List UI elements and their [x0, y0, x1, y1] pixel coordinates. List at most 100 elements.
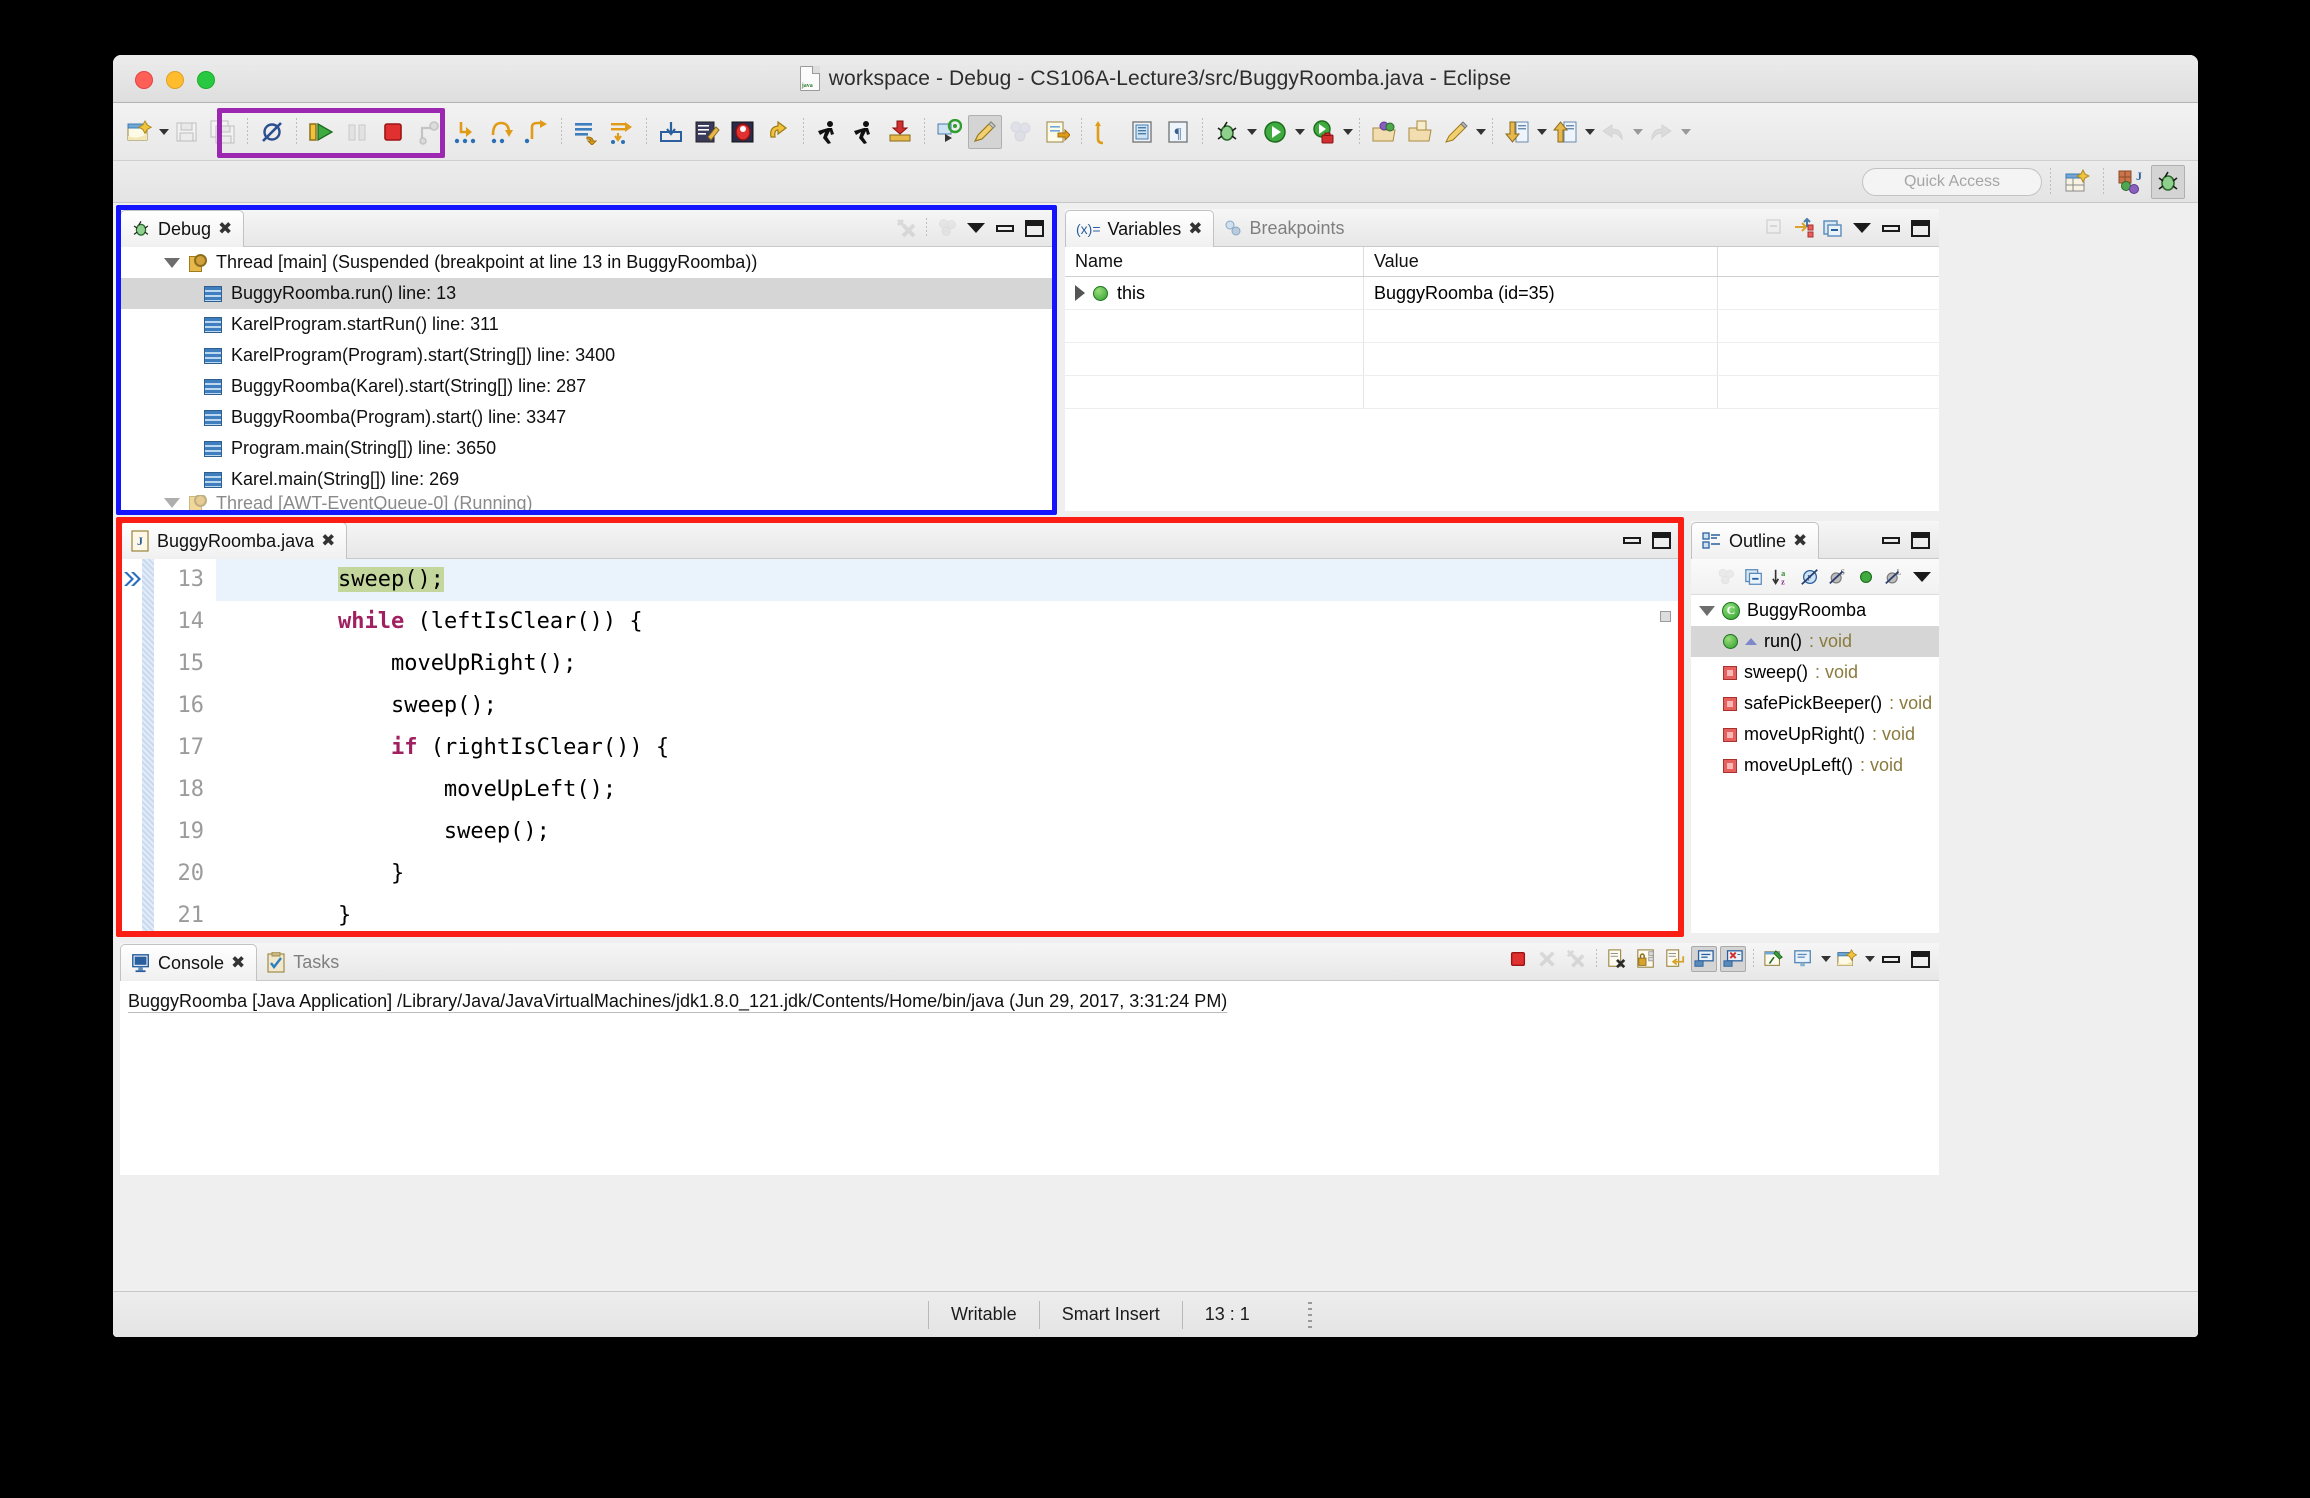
- tab-variables[interactable]: (x)= Variables ✖: [1065, 210, 1215, 247]
- outline-member-row[interactable]: safePickBeeper() : void: [1691, 688, 1939, 719]
- run-configurations-button[interactable]: [1306, 115, 1340, 149]
- disconnect-button[interactable]: [412, 115, 446, 149]
- collapse-all-icon[interactable]: [1741, 564, 1767, 590]
- close-icon[interactable]: ✖: [231, 954, 245, 972]
- show-console-out-icon[interactable]: [1691, 946, 1717, 972]
- outline-root-row[interactable]: C BuggyRoomba: [1691, 595, 1939, 626]
- forward-dropdown[interactable]: [1681, 128, 1691, 135]
- back-dropdown[interactable]: [1633, 128, 1643, 135]
- view-menu-triangle-icon[interactable]: [963, 215, 989, 241]
- chevron-right-icon[interactable]: [1075, 285, 1085, 301]
- terminal-button[interactable]: [1089, 115, 1123, 149]
- step-over-button[interactable]: [484, 115, 518, 149]
- stack-frame-row[interactable]: KarelProgram.startRun() line: 311: [120, 309, 1053, 340]
- run-external-tool-button[interactable]: [811, 115, 845, 149]
- tab-debug[interactable]: Debug ✖: [120, 210, 245, 247]
- next-edit-dropdown[interactable]: [1585, 128, 1595, 135]
- outline-tree[interactable]: C BuggyRoomba run() : void sweep() : voi…: [1691, 595, 1939, 933]
- step-into-button[interactable]: [448, 115, 482, 149]
- thread-row-partial[interactable]: Thread [AWT-EventQueue-0] (Running): [120, 495, 1053, 511]
- debug-as-dropdown[interactable]: [1247, 128, 1257, 135]
- run-as-button[interactable]: [1258, 115, 1292, 149]
- stack-frame-row[interactable]: Program.main(String[]) line: 3650: [120, 433, 1053, 464]
- next-annotation-button[interactable]: [569, 115, 603, 149]
- show-console-err-icon[interactable]: [1720, 946, 1746, 972]
- step-return-button[interactable]: [520, 115, 554, 149]
- forward-button[interactable]: [1644, 115, 1678, 149]
- open-type-button[interactable]: [654, 115, 688, 149]
- table-row[interactable]: this BuggyRoomba (id=35): [1065, 277, 1939, 310]
- open-package-button[interactable]: [1367, 115, 1401, 149]
- thread-row[interactable]: Thread [main] (Suspended (breakpoint at …: [120, 247, 1053, 278]
- sort-az-icon[interactable]: a z: [1769, 564, 1795, 590]
- logical-structure-icon[interactable]: [1791, 215, 1817, 241]
- chevron-down-icon[interactable]: [1699, 605, 1715, 616]
- outline-member-row[interactable]: sweep() : void: [1691, 657, 1939, 688]
- code-text-area[interactable]: sweep(); while (leftIsClear()) { moveUpR…: [216, 559, 1680, 933]
- minimize-icon[interactable]: [1878, 946, 1904, 972]
- stack-frame-row[interactable]: BuggyRoomba(Karel).start(String[]) line:…: [120, 371, 1053, 402]
- code-line[interactable]: while (leftIsClear()) {: [216, 601, 1680, 643]
- outline-member-row[interactable]: moveUpLeft() : void: [1691, 750, 1939, 781]
- stack-frame-row[interactable]: BuggyRoomba(Program).start() line: 3347: [120, 402, 1053, 433]
- outline-member-row[interactable]: run() : void: [1691, 626, 1939, 657]
- coverage-spheres-icon[interactable]: [1713, 564, 1739, 590]
- previous-edit-button[interactable]: [1500, 115, 1534, 149]
- debug-stack-tree[interactable]: Thread [main] (Suspended (breakpoint at …: [120, 247, 1053, 511]
- remove-x-icon[interactable]: [1534, 946, 1560, 972]
- new-wizard-dropdown[interactable]: [159, 128, 169, 135]
- build-button[interactable]: [883, 115, 917, 149]
- hide-local-types-icon[interactable]: L: [1881, 564, 1907, 590]
- step-filter-button[interactable]: [605, 115, 639, 149]
- code-line[interactable]: }: [216, 895, 1680, 933]
- code-line[interactable]: }: [216, 853, 1680, 895]
- hide-static-icon[interactable]: S: [1825, 564, 1851, 590]
- stack-frame-row[interactable]: BuggyRoomba.run() line: 13: [120, 278, 1053, 309]
- tab-buggyroomba-java[interactable]: J BuggyRoomba.java ✖: [120, 522, 348, 559]
- scroll-lock-padlock-icon[interactable]: [1633, 946, 1659, 972]
- tab-tasks[interactable]: Tasks: [257, 944, 350, 980]
- quick-access-input[interactable]: Quick Access: [1862, 167, 2042, 196]
- display-console-icon[interactable]: [1790, 946, 1816, 972]
- open-console-drop-icon[interactable]: [1865, 956, 1875, 962]
- close-icon[interactable]: ✖: [1188, 220, 1202, 238]
- previous-edit-dropdown[interactable]: [1537, 128, 1547, 135]
- code-line[interactable]: sweep();: [216, 811, 1680, 853]
- fold-marker-icon[interactable]: [1660, 611, 1671, 622]
- terminate-stop-icon[interactable]: [1505, 946, 1531, 972]
- open-console-list-button[interactable]: [1125, 115, 1159, 149]
- chevron-down-icon[interactable]: [164, 257, 180, 268]
- maximize-icon[interactable]: [1021, 215, 1047, 241]
- annotate-dropdown[interactable]: [1476, 128, 1486, 135]
- variable-value-cell[interactable]: BuggyRoomba (id=35): [1363, 277, 1717, 309]
- save-all-button[interactable]: [206, 115, 240, 149]
- annotate-button[interactable]: [1439, 115, 1473, 149]
- open-perspective-button[interactable]: [2060, 165, 2094, 199]
- chevron-down-icon[interactable]: [164, 498, 180, 508]
- terminate-button[interactable]: [376, 115, 410, 149]
- minimize-icon[interactable]: [1878, 527, 1904, 553]
- collapse-all-icon[interactable]: [1762, 215, 1788, 241]
- run-as-dropdown[interactable]: [1295, 128, 1305, 135]
- new-java-project-button[interactable]: [690, 115, 724, 149]
- open-task-button[interactable]: [1040, 115, 1074, 149]
- mark-occurrences-button[interactable]: [762, 115, 796, 149]
- minimize-icon[interactable]: [992, 215, 1018, 241]
- run-configurations-dropdown[interactable]: [1343, 128, 1353, 135]
- toggle-highlight-button[interactable]: [968, 114, 1002, 149]
- suspend-button[interactable]: [340, 115, 374, 149]
- view-menu-triangle-icon[interactable]: [1909, 564, 1935, 590]
- outline-member-row[interactable]: moveUpRight() : void: [1691, 719, 1939, 750]
- minimize-icon[interactable]: [1878, 215, 1904, 241]
- maximize-icon[interactable]: [1648, 527, 1674, 553]
- debug-as-button[interactable]: [1210, 115, 1244, 149]
- new-class-button[interactable]: [932, 115, 966, 149]
- resume-button[interactable]: [304, 115, 338, 149]
- stack-frame-row[interactable]: KarelProgram(Program).start(String[]) li…: [120, 340, 1053, 371]
- close-icon[interactable]: ✖: [321, 532, 335, 550]
- maximize-icon[interactable]: [1907, 946, 1933, 972]
- tab-outline[interactable]: Outline ✖: [1691, 522, 1820, 559]
- status-resize-grip[interactable]: [1307, 1301, 1312, 1328]
- remove-terminated-x-icon[interactable]: [893, 215, 919, 241]
- close-icon[interactable]: ✖: [1793, 532, 1807, 550]
